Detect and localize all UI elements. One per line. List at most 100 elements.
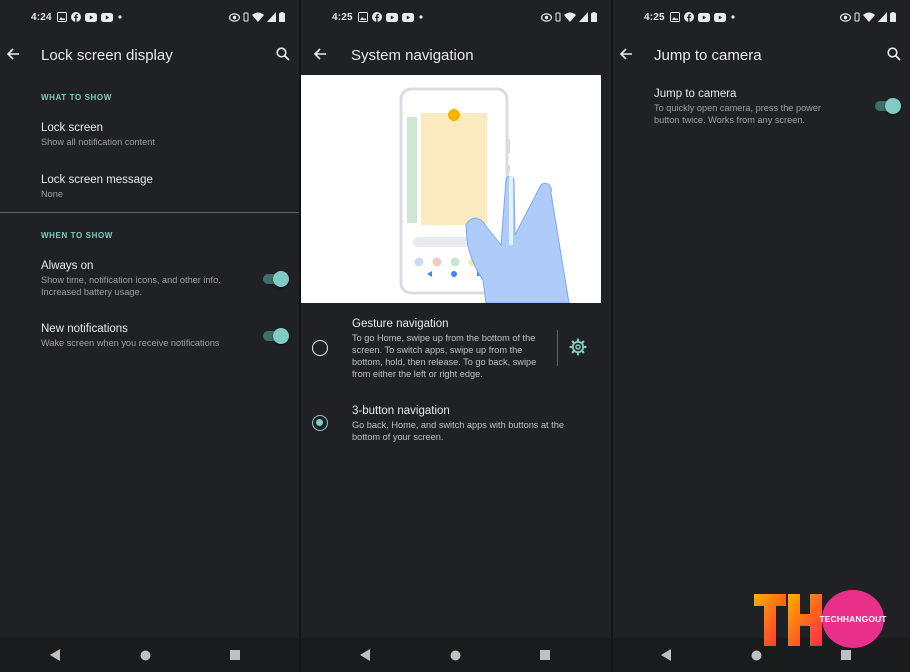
status-bar: 4:25 [613, 0, 910, 34]
back-button[interactable] [309, 43, 331, 65]
dot-icon [731, 15, 735, 19]
app-bar: Jump to camera [613, 40, 910, 70]
page-title: System navigation [351, 47, 474, 64]
youtube-icon [401, 12, 414, 22]
three-button-navigation-radio[interactable] [312, 415, 328, 431]
new-notifications-toggle[interactable] [261, 327, 289, 345]
option-gesture-navigation[interactable]: Gesture navigation To go Home, swipe up … [352, 318, 555, 380]
phone-hand-illustration [399, 87, 570, 303]
nav-home-button[interactable] [750, 649, 762, 661]
option-summary: To go Home, swipe up from the bottom of … [352, 333, 537, 379]
gear-icon [569, 338, 587, 356]
page-title: Jump to camera [654, 47, 762, 64]
signal-icon [267, 12, 276, 22]
youtube-icon [100, 12, 113, 22]
youtube-icon [713, 12, 726, 22]
option-title: Gesture navigation [352, 318, 449, 330]
search-button[interactable] [273, 44, 293, 64]
back-button[interactable] [2, 43, 24, 65]
option-title: 3-button navigation [352, 405, 450, 417]
image-icon [357, 12, 368, 22]
setting-title: New notifications [41, 323, 128, 335]
signal-icon [579, 12, 588, 22]
setting-title: Lock screen [41, 122, 104, 134]
image-icon [669, 12, 680, 22]
toggle-thumb [273, 328, 289, 344]
nav-home-icon [450, 650, 460, 660]
status-time: 4:25 [332, 11, 353, 23]
nav-recents-button[interactable] [840, 649, 852, 661]
nav-home-button[interactable] [139, 649, 151, 661]
section-header-when-to-show: WHEN TO SHOW [41, 231, 113, 240]
toggle-thumb [885, 98, 901, 114]
back-arrow-icon [6, 48, 19, 60]
setting-summary: Show all notification content [41, 137, 155, 147]
jump-to-camera-toggle[interactable] [873, 97, 901, 115]
lock-screen-display-panel: 4:24 Lock screen display WHAT TO SHOW Lo… [0, 0, 299, 672]
facebook-icon [683, 12, 694, 22]
setting-new-notifications[interactable]: New notifications Wake screen when you r… [41, 323, 249, 349]
setting-title: Jump to camera [654, 88, 737, 100]
youtube-icon [697, 12, 710, 22]
option-three-button-navigation[interactable]: 3-button navigation Go back, Home, and s… [352, 405, 591, 443]
search-button[interactable] [884, 44, 904, 64]
system-nav-bar [301, 638, 611, 672]
status-time: 4:24 [31, 11, 52, 23]
nav-recents-icon [540, 650, 550, 660]
section-divider [0, 212, 299, 213]
signal-icon [878, 12, 887, 22]
setting-summary: Show time, notification icons, and other… [41, 275, 221, 297]
always-on-toggle[interactable] [261, 270, 289, 288]
toggle-thumb [273, 271, 289, 287]
nav-back-icon [660, 649, 671, 661]
image-icon [56, 12, 67, 22]
jump-to-camera-panel: 4:25 Jump to camera Jump to camera To qu… [613, 0, 910, 672]
search-icon [276, 47, 290, 61]
system-navigation-panel: 4:25 System navigation Gesture navigatio… [301, 0, 611, 672]
setting-summary: None [41, 189, 63, 199]
nav-recents-button[interactable] [539, 649, 551, 661]
gesture-settings-button[interactable] [569, 338, 587, 356]
nav-home-icon [751, 650, 761, 660]
nav-back-button[interactable] [359, 649, 371, 661]
facebook-icon [371, 12, 382, 22]
nav-recents-icon [841, 650, 851, 660]
battery-icon [279, 12, 285, 22]
nav-home-icon [140, 650, 150, 660]
nav-back-button[interactable] [660, 649, 672, 661]
search-icon [887, 47, 901, 61]
wifi-icon [564, 12, 576, 22]
section-header-what-to-show: WHAT TO SHOW [41, 93, 112, 102]
dot-icon [419, 15, 423, 19]
nav-back-icon [49, 649, 60, 661]
app-bar: System navigation [301, 40, 611, 70]
back-button[interactable] [615, 43, 637, 65]
nav-home-button[interactable] [449, 649, 461, 661]
gesture-illustration [301, 75, 601, 303]
nav-recents-button[interactable] [229, 649, 241, 661]
gesture-navigation-radio[interactable] [312, 340, 328, 356]
battery-icon [591, 12, 597, 22]
wifi-icon [252, 12, 264, 22]
vibrate-icon [555, 12, 561, 22]
youtube-icon [84, 12, 97, 22]
page-title: Lock screen display [41, 47, 173, 64]
nav-recents-icon [230, 650, 240, 660]
setting-lock-screen-message[interactable]: Lock screen message None [41, 174, 289, 200]
setting-jump-to-camera[interactable]: Jump to camera To quickly open camera, p… [654, 88, 840, 126]
setting-always-on[interactable]: Always on Show time, notification icons,… [41, 260, 249, 298]
watermark-text: TECHHANGOUT [819, 590, 887, 648]
vibrate-icon [854, 12, 860, 22]
eye-icon [840, 12, 851, 22]
battery-icon [890, 12, 896, 22]
option-summary: Go back, Home, and switch apps with butt… [352, 420, 564, 442]
nav-back-button[interactable] [49, 649, 61, 661]
wifi-icon [863, 12, 875, 22]
back-arrow-icon [619, 48, 632, 60]
system-nav-bar [0, 638, 299, 672]
youtube-icon [385, 12, 398, 22]
setting-summary: Wake screen when you receive notificatio… [41, 338, 220, 348]
techhangout-watermark: TECHHANGOUT [752, 590, 887, 648]
setting-lock-screen[interactable]: Lock screen Show all notification conten… [41, 122, 289, 148]
app-bar: Lock screen display [0, 40, 299, 70]
